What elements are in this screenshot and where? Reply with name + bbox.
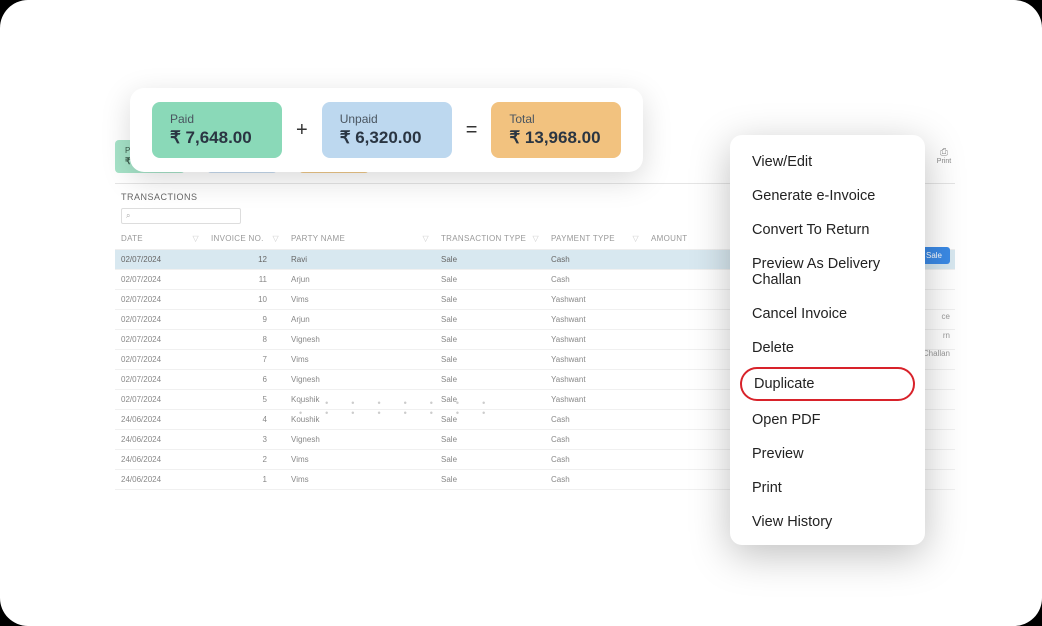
col-date[interactable]: DATE▽ [115, 228, 205, 250]
cell-ttype: Sale [435, 370, 545, 390]
cell-date: 02/07/2024 [115, 250, 205, 270]
cell-date: 24/06/2024 [115, 470, 205, 490]
cell-date: 02/07/2024 [115, 270, 205, 290]
cell-party: Ravi [285, 250, 435, 270]
filter-icon[interactable]: ▽ [533, 234, 539, 243]
cell-invoice-no: 4 [205, 410, 285, 430]
cell-invoice-no: 8 [205, 330, 285, 350]
cell-invoice-no: 10 [205, 290, 285, 310]
menu-item-convert-to-return[interactable]: Convert To Return [730, 213, 925, 247]
cell-ptype: Yashwant [545, 390, 645, 410]
col-invoice-no[interactable]: INVOICE NO.▽ [205, 228, 285, 250]
cell-invoice-no: 9 [205, 310, 285, 330]
context-menu: View/EditGenerate e-InvoiceConvert To Re… [730, 135, 925, 545]
decorative-dots: • • • • • • • • • • • • • • • • [299, 398, 491, 418]
cell-date: 02/07/2024 [115, 310, 205, 330]
cell-party: Vims [285, 470, 435, 490]
paid-label: Paid [170, 112, 264, 126]
cell-ttype: Sale [435, 330, 545, 350]
cell-ptype: Yashwant [545, 310, 645, 330]
menu-item-cancel-invoice[interactable]: Cancel Invoice [730, 297, 925, 331]
total-label: Total [509, 112, 603, 126]
menu-item-preview[interactable]: Preview [730, 437, 925, 471]
menu-item-view-history[interactable]: View History [730, 505, 925, 539]
cell-invoice-no: 6 [205, 370, 285, 390]
col-payment-type[interactable]: PAYMENT TYPE▽ [545, 228, 645, 250]
cell-date: 24/06/2024 [115, 430, 205, 450]
cell-ttype: Sale [435, 270, 545, 290]
cell-date: 02/07/2024 [115, 350, 205, 370]
print-icon: ⎙ [934, 147, 954, 158]
cell-invoice-no: 5 [205, 390, 285, 410]
cell-ptype: Cash [545, 270, 645, 290]
toolbar: ⎙ Print [934, 147, 954, 175]
app-window: Paid ₹ 7,648.00 + Unpaid ₹ 6,320.00 = To… [0, 0, 1042, 626]
filter-icon[interactable]: ▽ [193, 234, 199, 243]
cell-ttype: Sale [435, 290, 545, 310]
cell-ptype: Cash [545, 430, 645, 450]
paid-value: ₹ 7,648.00 [170, 128, 264, 148]
print-label: Print [934, 158, 954, 165]
cell-ttype: Sale [435, 310, 545, 330]
cell-party: Vims [285, 350, 435, 370]
cell-party: Arjun [285, 270, 435, 290]
col-transaction-type[interactable]: TRANSACTION TYPE▽ [435, 228, 545, 250]
unpaid-card: Unpaid ₹ 6,320.00 [322, 102, 452, 158]
cell-party: Vignesh [285, 370, 435, 390]
plus-operator: + [296, 119, 308, 142]
summary-popup: Paid ₹ 7,648.00 + Unpaid ₹ 6,320.00 = To… [130, 88, 643, 172]
menu-item-view-edit[interactable]: View/Edit [730, 145, 925, 179]
cell-invoice-no: 7 [205, 350, 285, 370]
unpaid-label: Unpaid [340, 112, 434, 126]
total-card: Total ₹ 13,968.00 [491, 102, 621, 158]
cell-ptype: Cash [545, 450, 645, 470]
cell-date: 02/07/2024 [115, 370, 205, 390]
search-input[interactable]: ⌕ [121, 208, 241, 224]
cell-ttype: Sale [435, 250, 545, 270]
filter-icon[interactable]: ▽ [423, 234, 429, 243]
menu-item-open-pdf[interactable]: Open PDF [730, 403, 925, 437]
cell-ptype: Cash [545, 250, 645, 270]
menu-item-preview-as-delivery-challan[interactable]: Preview As Delivery Challan [730, 247, 925, 297]
filter-icon[interactable]: ▽ [633, 234, 639, 243]
cell-ptype: Cash [545, 470, 645, 490]
print-button[interactable]: ⎙ Print [934, 147, 954, 175]
cell-ptype: Yashwant [545, 350, 645, 370]
menu-item-generate-e-invoice[interactable]: Generate e-Invoice [730, 179, 925, 213]
cell-ptype: Yashwant [545, 330, 645, 350]
total-value: ₹ 13,968.00 [509, 128, 603, 148]
cell-date: 02/07/2024 [115, 390, 205, 410]
cell-invoice-no: 12 [205, 250, 285, 270]
cell-party: Vignesh [285, 430, 435, 450]
cell-ptype: Yashwant [545, 290, 645, 310]
menu-item-duplicate[interactable]: Duplicate [740, 367, 915, 401]
unpaid-value: ₹ 6,320.00 [340, 128, 434, 148]
cell-party: Vignesh [285, 330, 435, 350]
cell-date: 24/06/2024 [115, 450, 205, 470]
cell-invoice-no: 3 [205, 430, 285, 450]
cell-ptype: Cash [545, 410, 645, 430]
menu-item-delete[interactable]: Delete [730, 331, 925, 365]
cell-ttype: Sale [435, 450, 545, 470]
menu-item-print[interactable]: Print [730, 471, 925, 505]
equals-operator: = [466, 119, 478, 142]
cell-invoice-no: 1 [205, 470, 285, 490]
filter-icon[interactable]: ▽ [273, 234, 279, 243]
cell-date: 02/07/2024 [115, 330, 205, 350]
cell-invoice-no: 2 [205, 450, 285, 470]
cell-date: 24/06/2024 [115, 410, 205, 430]
cell-party: Arjun [285, 310, 435, 330]
cell-ptype: Yashwant [545, 370, 645, 390]
cell-invoice-no: 11 [205, 270, 285, 290]
cell-party: Vims [285, 450, 435, 470]
paid-card: Paid ₹ 7,648.00 [152, 102, 282, 158]
cell-party: Vims [285, 290, 435, 310]
col-party-name[interactable]: PARTY NAME▽ [285, 228, 435, 250]
cell-ttype: Sale [435, 470, 545, 490]
cell-date: 02/07/2024 [115, 290, 205, 310]
cell-ttype: Sale [435, 430, 545, 450]
cell-ttype: Sale [435, 350, 545, 370]
